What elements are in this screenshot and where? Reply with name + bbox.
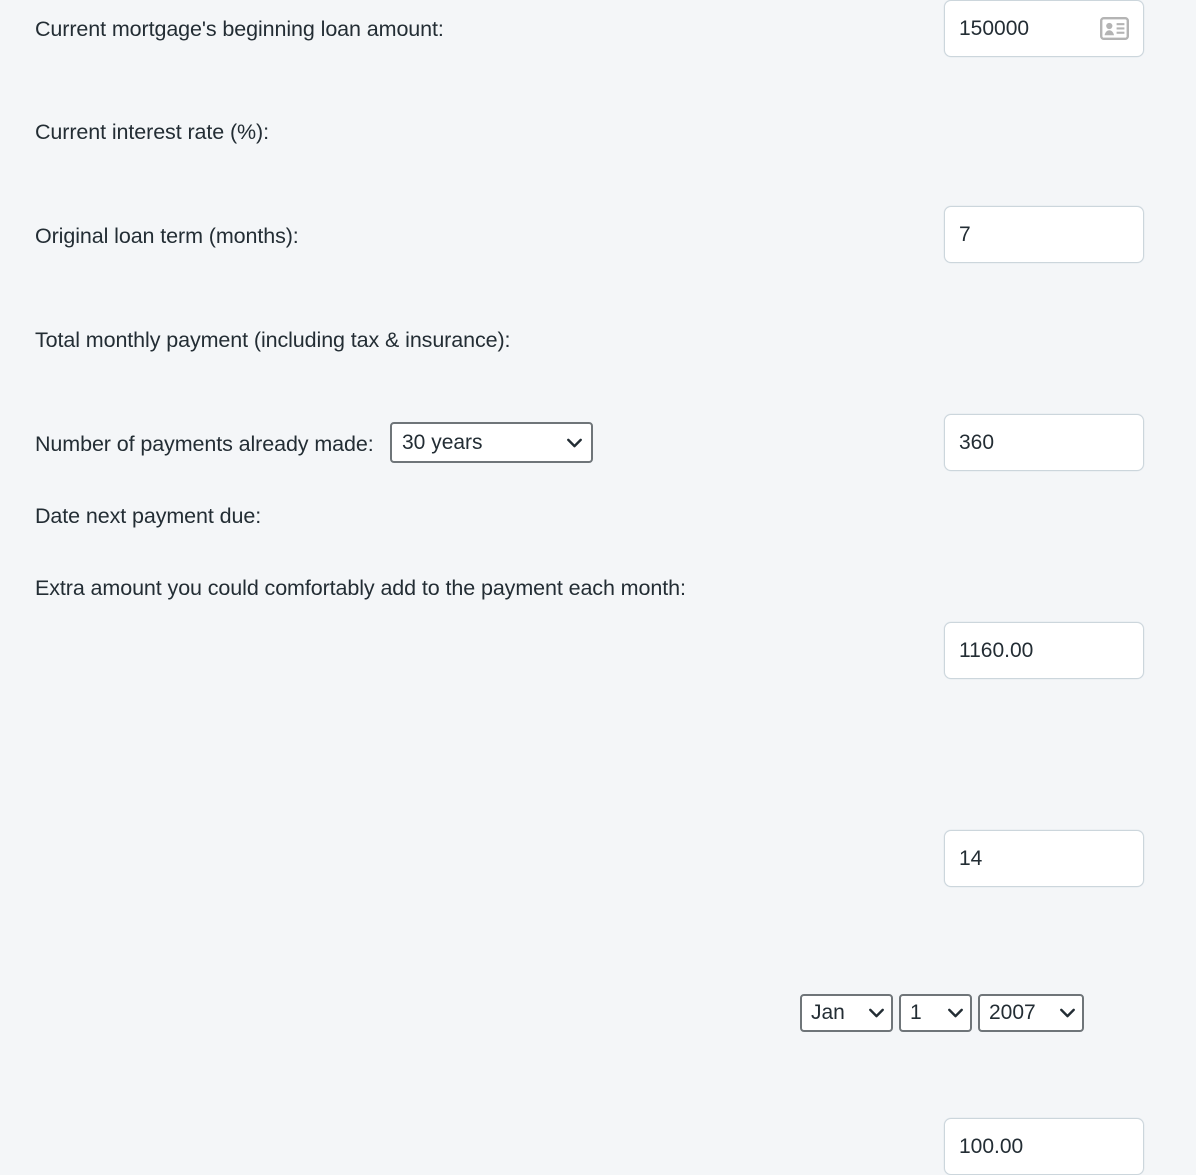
label-interest-rate: Current interest rate (%):	[35, 119, 269, 144]
contact-card-autofill-icon[interactable]	[1100, 17, 1129, 40]
form-row-loan-amount: Current mortgage's beginning loan amount…	[0, 0, 1196, 57]
form-row-interest-rate: Current interest rate (%): 7	[0, 103, 1196, 263]
input-payments-made[interactable]: 14	[944, 830, 1144, 887]
select-next-payment-day-value: 1	[910, 1001, 922, 1024]
input-payments-made-value: 14	[959, 846, 983, 870]
input-monthly-payment[interactable]: 1160.00	[944, 622, 1144, 679]
form-row-payments-made: Number of payments already made: 14	[0, 415, 1196, 887]
date-next-payment-due-group: Jan 1 2007	[800, 994, 1084, 1032]
input-loan-amount-value: 150000	[959, 16, 1030, 40]
input-loan-amount[interactable]: 150000	[944, 0, 1144, 57]
select-next-payment-month-value: Jan	[811, 1001, 845, 1024]
label-payments-made: Number of payments already made:	[35, 431, 374, 456]
label-loan-amount: Current mortgage's beginning loan amount…	[35, 16, 444, 41]
input-extra-amount[interactable]: 100.00	[944, 1118, 1144, 1175]
select-next-payment-year-value: 2007	[989, 1001, 1036, 1024]
chevron-down-icon	[869, 1008, 884, 1018]
mortgage-input-form: Current mortgage's beginning loan amount…	[0, 0, 1196, 1175]
label-loan-term: Original loan term (months):	[35, 223, 299, 248]
form-row-loan-term: Original loan term (months): 30 years 36…	[0, 207, 1196, 471]
form-row-next-payment-date: Date next payment due: Jan 1 2007	[0, 497, 1196, 1032]
input-extra-amount-value: 100.00	[959, 1134, 1024, 1158]
select-next-payment-month[interactable]: Jan	[800, 994, 893, 1032]
label-extra-amount: Extra amount you could comfortably add t…	[35, 575, 686, 600]
select-next-payment-day[interactable]: 1	[899, 994, 972, 1032]
chevron-down-icon	[1060, 1008, 1075, 1018]
label-monthly-payment: Total monthly payment (including tax & i…	[35, 327, 511, 352]
form-row-monthly-payment: Total monthly payment (including tax & i…	[0, 311, 1196, 679]
form-row-extra-amount: Extra amount you could comfortably add t…	[0, 559, 1196, 1175]
label-next-payment-date: Date next payment due:	[35, 504, 262, 528]
input-monthly-payment-value: 1160.00	[959, 638, 1034, 662]
select-next-payment-year[interactable]: 2007	[978, 994, 1084, 1032]
chevron-down-icon	[948, 1008, 963, 1018]
